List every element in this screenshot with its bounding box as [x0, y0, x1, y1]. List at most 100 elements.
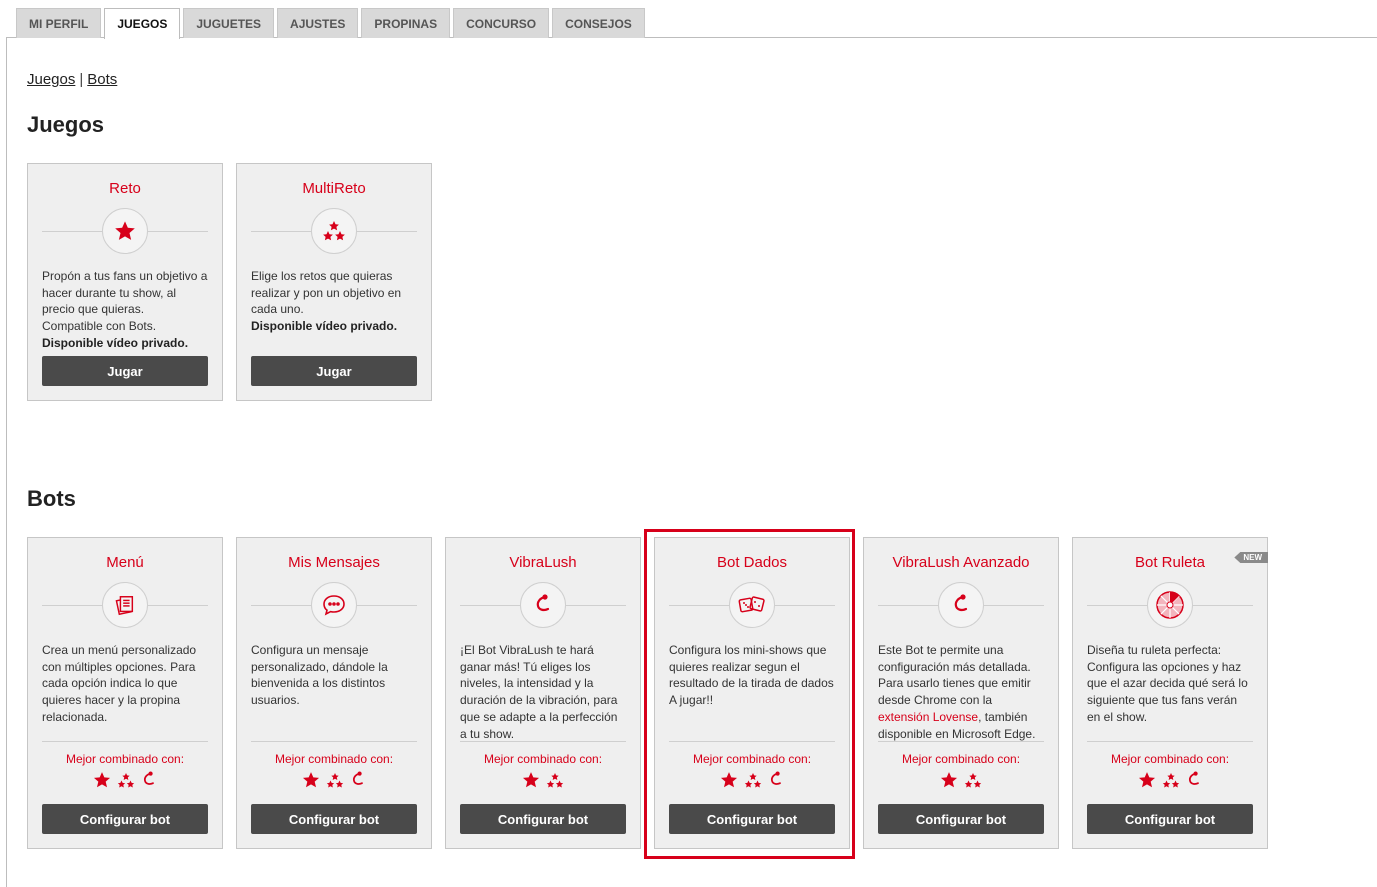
- star-icon: [720, 772, 738, 788]
- configurar-bot-button[interactable]: Configurar bot: [251, 804, 417, 834]
- three-stars-icon: [546, 772, 564, 787]
- combo-label: Mejor combinado con:: [274, 752, 394, 766]
- combo-icons: [1087, 770, 1253, 790]
- combo-label: Mejor combinado con:: [483, 752, 603, 766]
- configurar-bot-button[interactable]: Configurar bot: [1087, 804, 1253, 834]
- card-description: Este Bot te permite una configuración má…: [878, 642, 1044, 742]
- main-content: Juegos | Bots Juegos Reto Propón a tus fan…: [6, 38, 1377, 887]
- menu-cards-icon: [102, 582, 148, 628]
- lush-icon: [1188, 771, 1199, 785]
- card-divider: [460, 579, 626, 631]
- lush-icon: [520, 582, 566, 628]
- best-combined: Mejor combinado con:: [460, 741, 626, 790]
- card-title: VibraLush: [509, 554, 577, 571]
- card-title: Menú: [106, 554, 144, 571]
- combo-label: Mejor combinado con:: [65, 752, 185, 766]
- best-combined: Mejor combinado con:: [878, 741, 1044, 790]
- new-badge: NEW: [1234, 552, 1268, 563]
- star-icon: [93, 772, 111, 788]
- lush-icon: [143, 771, 154, 785]
- tab-concurso[interactable]: CONCURSO: [453, 8, 550, 38]
- three-stars-icon: [326, 772, 344, 787]
- tab-ajustes[interactable]: AJUSTES: [277, 8, 359, 38]
- bot-card-dados: Bot Dados Configura los mini-shows que q…: [654, 537, 850, 849]
- card-title: VibraLush Avanzado: [892, 554, 1030, 571]
- card-description: Configura un mensaje personalizado, dánd…: [251, 643, 388, 708]
- dice-icon: [729, 582, 775, 628]
- best-combined: Mejor combinado con:: [42, 741, 208, 790]
- card-text: Elige los retos que quieras realizar y p…: [251, 269, 402, 317]
- card-divider: [878, 579, 1044, 631]
- combo-icons: [669, 770, 835, 790]
- breadcrumb-separator: |: [79, 71, 84, 88]
- card-text: Propón a tus fans un objetivo a hacer du…: [42, 269, 208, 334]
- card-divider: [42, 205, 208, 257]
- combo-label: Mejor combinado con:: [692, 752, 812, 766]
- game-card-reto: Reto Propón a tus fans un objetivo a hac…: [27, 163, 223, 401]
- configurar-bot-button[interactable]: Configurar bot: [669, 804, 835, 834]
- star-icon: [940, 772, 958, 788]
- card-bold-note: Disponible vídeo privado.: [42, 335, 189, 350]
- three-stars-icon: [1162, 772, 1180, 787]
- bots-section-title: Bots: [27, 486, 76, 511]
- tab-juguetes[interactable]: JUGUETES: [183, 8, 275, 38]
- game-card-multireto: MultiReto Elige los retos que quieras re…: [236, 163, 432, 401]
- card-description: Elige los retos que quieras realizar y p…: [251, 268, 417, 335]
- breadcrumb: Juegos | Bots: [27, 71, 117, 88]
- three-stars-icon: [964, 772, 982, 787]
- card-divider: [251, 205, 417, 257]
- card-title: MultiReto: [302, 180, 366, 197]
- bot-card-mis-mensajes: Mis Mensajes Configura un mensaje person…: [236, 537, 432, 849]
- card-description: Configura los mini-shows que quieres rea…: [669, 643, 834, 708]
- combo-icons: [42, 770, 208, 790]
- configurar-bot-button[interactable]: Configurar bot: [42, 804, 208, 834]
- jugar-button[interactable]: Jugar: [42, 356, 208, 386]
- tab-mi-perfil[interactable]: MI PERFIL: [16, 8, 102, 38]
- combo-label: Mejor combinado con:: [1110, 752, 1230, 766]
- games-section-title: Juegos: [27, 112, 105, 137]
- bot-card-vibralush-avanzado: VibraLush Avanzado Este Bot te permite u…: [863, 537, 1059, 849]
- bot-card-vibralush: VibraLush ¡El Bot VibraLush te hará gana…: [445, 537, 641, 849]
- combo-icons: [878, 770, 1044, 790]
- bot-card-ruleta: NEW Bot Ruleta Diseña tu ruleta perfecta…: [1072, 537, 1268, 849]
- star-icon: [302, 772, 320, 788]
- tab-propinas[interactable]: PROPINAS: [361, 8, 451, 38]
- card-divider: [669, 579, 835, 631]
- card-description: Crea un menú personalizado con múltiples…: [42, 643, 197, 724]
- best-combined: Mejor combinado con:: [1087, 741, 1253, 790]
- card-description: Diseña tu ruleta perfecta: Configura las…: [1087, 643, 1248, 724]
- card-text-before: Este Bot te permite una configuración má…: [878, 643, 1031, 708]
- jugar-button[interactable]: Jugar: [251, 356, 417, 386]
- card-title: Mis Mensajes: [288, 554, 380, 571]
- card-divider: [42, 579, 208, 631]
- best-combined: Mejor combinado con:: [251, 741, 417, 790]
- configurar-bot-button[interactable]: Configurar bot: [460, 804, 626, 834]
- tab-juegos[interactable]: JUEGOS: [104, 8, 181, 39]
- card-title: Reto: [109, 180, 141, 197]
- card-bold-note: Disponible vídeo privado.: [251, 319, 398, 334]
- card-divider: [251, 579, 417, 631]
- three-stars-icon: [117, 772, 135, 787]
- tab-consejos[interactable]: CONSEJOS: [552, 8, 645, 38]
- lovense-extension-link[interactable]: extensión Lovense: [878, 710, 978, 724]
- lush-icon: [352, 771, 363, 785]
- card-description: ¡El Bot VibraLush te hará ganar más! Tú …: [460, 643, 618, 741]
- lush-icon: [938, 582, 984, 628]
- configurar-bot-button[interactable]: Configurar bot: [878, 804, 1044, 834]
- star-icon: [102, 208, 148, 254]
- lush-icon: [770, 771, 781, 785]
- card-divider: [1087, 579, 1253, 631]
- card-title: Bot Dados: [716, 554, 788, 571]
- three-stars-icon: [744, 772, 762, 787]
- chat-bubble-icon: [311, 582, 357, 628]
- breadcrumb-juegos-link[interactable]: Juegos: [27, 71, 75, 88]
- bot-card-menu: Menú Crea un menú personalizado con múlt…: [27, 537, 223, 849]
- combo-label: Mejor combinado con:: [901, 752, 1021, 766]
- star-icon: [522, 772, 540, 788]
- card-description: Propón a tus fans un objetivo a hacer du…: [42, 268, 208, 352]
- breadcrumb-bots-link[interactable]: Bots: [87, 71, 117, 88]
- tab-bar: MI PERFIL JUEGOS JUGUETES AJUSTES PROPIN…: [6, 0, 1377, 39]
- roulette-icon: [1147, 582, 1193, 628]
- best-combined: Mejor combinado con:: [669, 741, 835, 790]
- three-stars-icon: [311, 208, 357, 254]
